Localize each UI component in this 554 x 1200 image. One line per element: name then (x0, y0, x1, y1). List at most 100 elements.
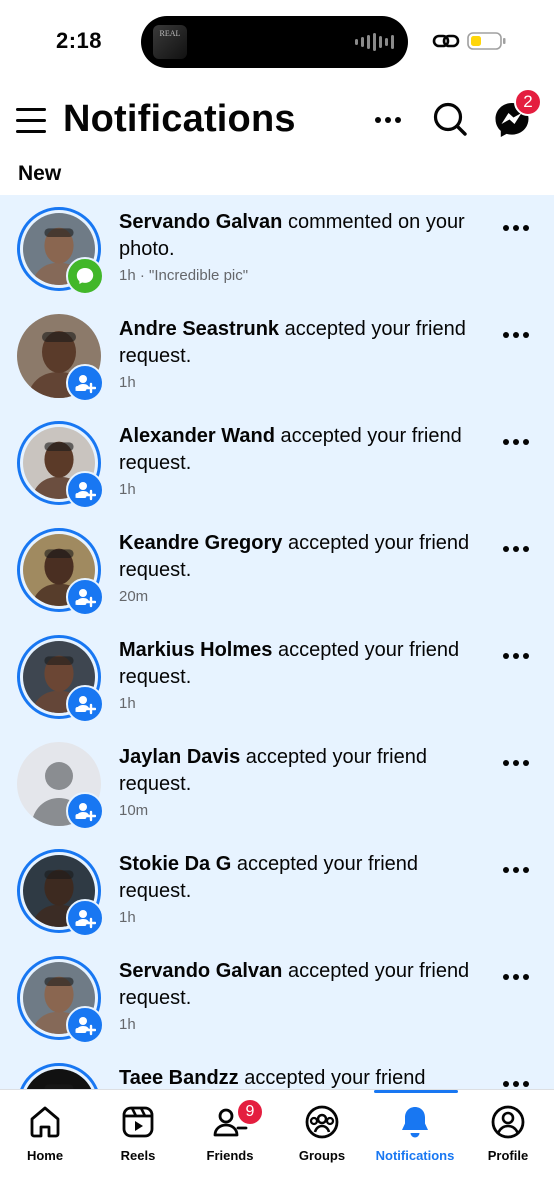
more-options-icon[interactable] (503, 760, 537, 774)
notification-actor: Keandre Gregory (119, 532, 283, 554)
notification-actor: Taee Bandzz (119, 1067, 239, 1089)
messenger-button[interactable]: 2 (492, 88, 542, 140)
messenger-badge: 2 (514, 88, 542, 116)
more-options-icon[interactable] (503, 653, 537, 667)
audio-waveform-icon (355, 33, 394, 51)
tab-groups[interactable]: Groups (276, 1090, 368, 1180)
notification-text: Jaylan Davis accepted your friend reques… (119, 744, 489, 798)
friend-request-icon (66, 1006, 104, 1044)
hamburger-icon[interactable] (16, 108, 46, 134)
avatar[interactable] (17, 635, 104, 723)
friend-request-icon (66, 364, 104, 402)
battery-icon (467, 32, 506, 50)
notification-meta: 1h · "Incredible pic" (119, 267, 248, 284)
notification-actor: Servando Galvan (119, 960, 283, 982)
tab-notifications[interactable]: Notifications (369, 1090, 461, 1180)
avatar[interactable] (17, 528, 104, 616)
avatar[interactable] (17, 1063, 103, 1089)
bell-icon (397, 1104, 433, 1140)
avatar[interactable] (17, 314, 104, 402)
notification-meta: 20m (119, 588, 148, 605)
tab-friends[interactable]: 9 Friends (184, 1090, 276, 1180)
tab-reels[interactable]: Reels (92, 1090, 184, 1180)
notification-text: Taee Bandzz accepted your friend (119, 1065, 489, 1089)
more-options-icon[interactable] (503, 546, 537, 560)
more-options-icon[interactable] (503, 225, 537, 239)
notification-time: 20m (119, 588, 149, 605)
status-time: 2:18 (56, 28, 103, 53)
tab-label: Home (26, 1148, 64, 1163)
more-options-icon[interactable] (503, 332, 537, 346)
tab-badge: 9 (236, 1098, 264, 1126)
friend-request-icon (66, 685, 104, 723)
more-options-icon[interactable] (503, 439, 537, 453)
notification-actor: Alexander Wand (119, 425, 275, 447)
notification-text: Stokie Da G accepted your friend request… (119, 851, 489, 905)
notification-item[interactable]: Keandre Gregory accepted your friend req… (0, 516, 554, 623)
notification-time: 1h (119, 909, 136, 926)
bottom-tab-bar: Home Reels 9 Friends Groups Notification… (0, 1089, 554, 1200)
page-title: Notifications (63, 98, 296, 140)
now-playing-artwork: REAL (153, 25, 187, 59)
dynamic-island[interactable]: REAL (141, 16, 408, 68)
notification-item[interactable]: Servando Galvan commented on your photo.… (0, 195, 554, 302)
tab-label: Notifications (375, 1148, 455, 1163)
notification-actor: Servando Galvan (119, 211, 283, 233)
notification-item[interactable]: Alexander Wand accepted your friend requ… (0, 409, 554, 516)
more-options-icon[interactable] (503, 867, 537, 881)
notification-meta: 1h (119, 695, 136, 712)
notification-time: 1h (119, 481, 136, 498)
avatar[interactable] (17, 421, 104, 509)
notification-item[interactable]: Stokie Da G accepted your friend request… (0, 837, 554, 944)
notification-time: 10m (119, 802, 149, 819)
notification-text: Servando Galvan accepted your friend req… (119, 958, 489, 1012)
notification-actor: Stokie Da G (119, 853, 232, 875)
friend-request-icon (66, 899, 104, 937)
section-title-new: New (18, 162, 62, 185)
avatar[interactable] (17, 207, 104, 295)
avatar-ring (17, 1063, 101, 1089)
tab-label: Friends (206, 1148, 254, 1163)
notification-text: Keandre Gregory accepted your friend req… (119, 530, 489, 584)
notification-item[interactable]: Andre Seastrunk accepted your friend req… (0, 302, 554, 409)
notification-item[interactable]: Servando Galvan accepted your friend req… (0, 944, 554, 1051)
notification-list: Servando Galvan commented on your photo.… (0, 195, 554, 1089)
tab-home[interactable]: Home (0, 1090, 91, 1180)
notification-item[interactable]: Taee Bandzz accepted your friend (0, 1051, 554, 1089)
notification-actor: Andre Seastrunk (119, 318, 280, 340)
notification-action: accepted your friend (238, 1067, 426, 1089)
notification-actor: Jaylan Davis (119, 746, 241, 768)
avatar-image (23, 1069, 95, 1089)
notification-text: Alexander Wand accepted your friend requ… (119, 423, 489, 477)
notification-actor: Markius Holmes (119, 639, 273, 661)
notification-snippet: "Incredible pic" (149, 267, 249, 284)
notification-item[interactable]: Markius Holmes accepted your friend requ… (0, 623, 554, 730)
header: Notifications 2 (0, 84, 554, 160)
tab-profile[interactable]: Profile (462, 1090, 554, 1180)
avatar[interactable] (17, 956, 104, 1044)
friend-request-icon (66, 578, 104, 616)
more-horizontal-icon[interactable] (372, 104, 404, 136)
notification-text: Andre Seastrunk accepted your friend req… (119, 316, 489, 370)
search-icon[interactable] (431, 100, 469, 138)
avatar[interactable] (17, 849, 104, 937)
friend-request-icon (66, 792, 104, 830)
status-bar: 2:18 REAL (0, 0, 554, 84)
notification-time: 1h (119, 267, 136, 284)
notification-text: Markius Holmes accepted your friend requ… (119, 637, 489, 691)
notification-time: 1h (119, 695, 136, 712)
more-options-icon[interactable] (503, 1081, 537, 1089)
meta-separator: · (135, 267, 150, 284)
notification-item[interactable]: Jaylan Davis accepted your friend reques… (0, 730, 554, 837)
notification-time: 1h (119, 1016, 136, 1033)
friend-request-icon (66, 471, 104, 509)
tab-label: Reels (120, 1148, 156, 1163)
profile-icon (490, 1104, 526, 1140)
notification-meta: 1h (119, 481, 136, 498)
notification-time: 1h (119, 374, 136, 391)
more-options-icon[interactable] (503, 974, 537, 988)
avatar[interactable] (17, 742, 104, 830)
reels-icon (120, 1104, 156, 1140)
groups-icon (304, 1104, 340, 1140)
notification-meta: 1h (119, 1016, 136, 1033)
